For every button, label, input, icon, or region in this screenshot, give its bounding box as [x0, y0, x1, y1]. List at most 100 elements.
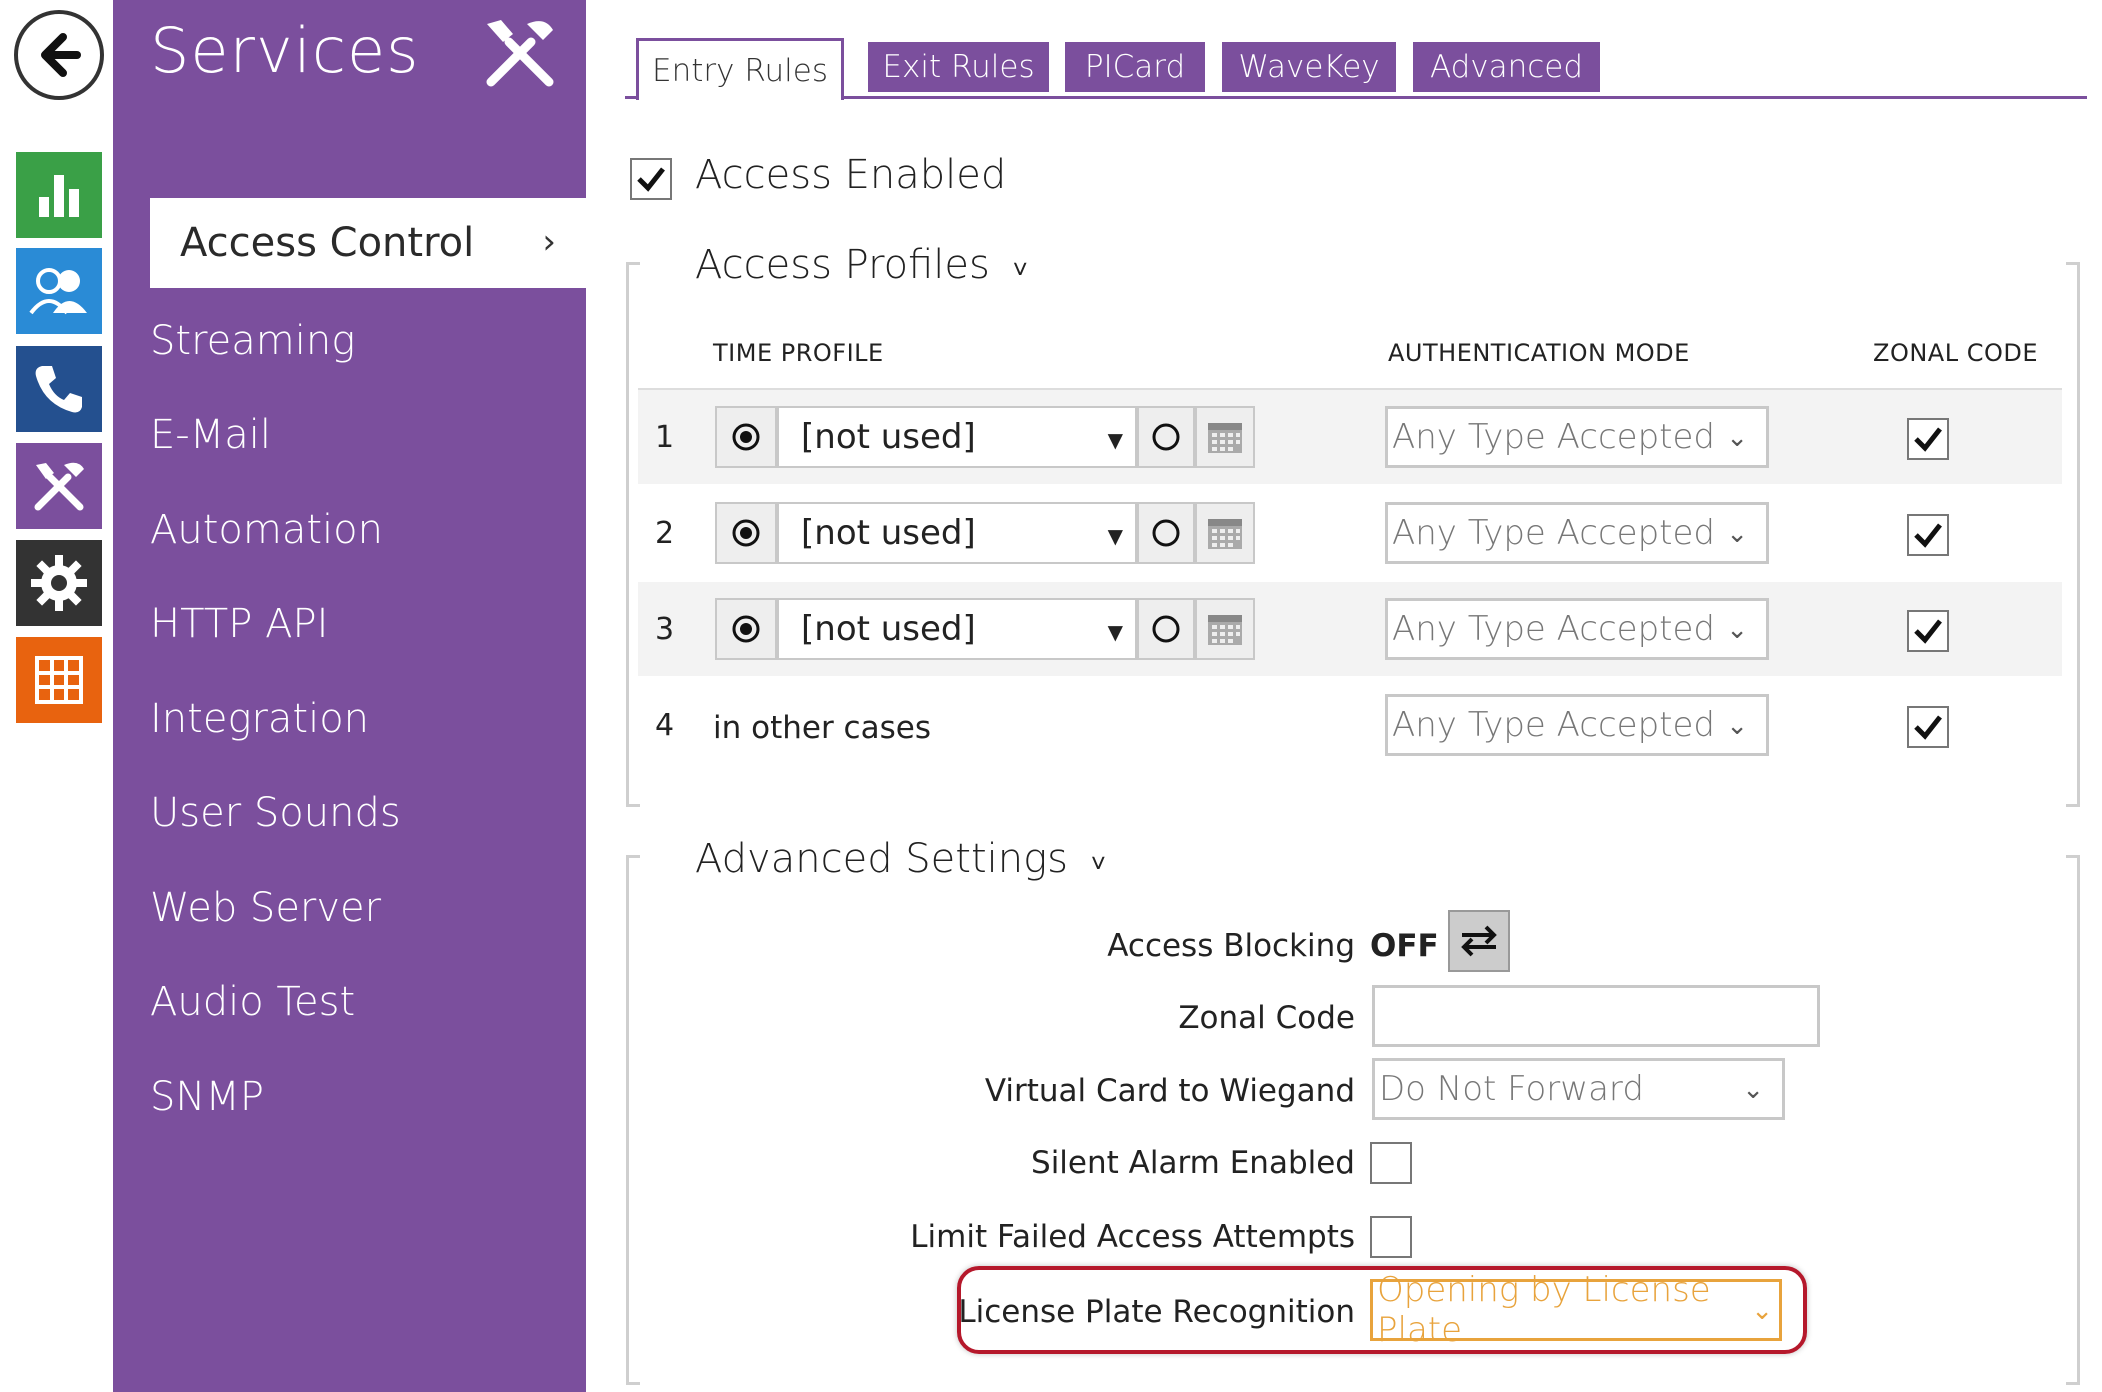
- header-time-profile: TIME PROFILE: [713, 339, 884, 367]
- access-enabled-checkbox[interactable]: [630, 158, 672, 200]
- access-blocking-label: Access Blocking: [1107, 928, 1355, 964]
- time-profile-radio[interactable]: [715, 502, 777, 564]
- time-profile-custom-radio[interactable]: [1137, 502, 1195, 564]
- system-grid-icon: [35, 656, 83, 704]
- sidebar-item-audio-test[interactable]: Audio Test: [150, 979, 355, 1025]
- license-plate-label: License Plate Recognition: [958, 1294, 1355, 1330]
- advanced-settings-toggle[interactable]: Advanced Settings ˅: [695, 836, 1106, 882]
- phone-menu-button[interactable]: [16, 346, 102, 432]
- chevron-down-icon: ⌄: [1726, 519, 1748, 549]
- time-profile-select[interactable]: [not used] ▼: [777, 502, 1137, 564]
- back-button[interactable]: [14, 10, 104, 100]
- app-root: Services Access Control › Streaming E-Ma…: [0, 0, 2102, 1392]
- header-auth-mode: AUTHENTICATION MODE: [1388, 339, 1690, 367]
- tab-exit-rules[interactable]: Exit Rules: [868, 42, 1049, 92]
- radio-selected-icon: [732, 519, 760, 547]
- zonal-code-input[interactable]: [1372, 985, 1820, 1047]
- icon-rail: [0, 0, 113, 1392]
- auth-mode-select[interactable]: Any Type Accepted ⌄: [1385, 694, 1769, 756]
- checkmark-icon: [1914, 427, 1942, 452]
- time-profile-select[interactable]: [not used] ▼: [777, 406, 1137, 468]
- time-profile-custom-radio[interactable]: [1137, 598, 1195, 660]
- system-menu-button[interactable]: [16, 637, 102, 723]
- directory-menu-button[interactable]: [16, 248, 102, 334]
- tools-icon: [486, 20, 554, 87]
- sidebar-item-access-control[interactable]: Access Control ›: [150, 198, 586, 288]
- frame-corner: [2066, 262, 2080, 265]
- tab-entry-rules[interactable]: Entry Rules: [636, 38, 844, 100]
- checkmark-icon: [1914, 523, 1942, 548]
- sidebar-item-streaming[interactable]: Streaming: [150, 318, 355, 364]
- time-profile-select[interactable]: [not used] ▼: [777, 598, 1137, 660]
- time-profile-value: [not used]: [801, 513, 976, 553]
- settings-menu-button[interactable]: [16, 540, 102, 626]
- row-number: 3: [655, 612, 675, 647]
- sidebar-item-label: Access Control: [180, 220, 475, 266]
- chevron-down-icon: ⌄: [1751, 1296, 1773, 1326]
- access-profiles-toggle[interactable]: Access Profiles ˅: [695, 242, 1028, 288]
- radio-empty-icon: [1152, 615, 1180, 643]
- row-number: 4: [655, 708, 675, 743]
- tab-underline: [625, 96, 2087, 99]
- dropdown-arrow-icon: ▼: [1107, 524, 1123, 548]
- dropdown-arrow-icon: ▼: [1107, 428, 1123, 452]
- tab-picard[interactable]: PICard: [1065, 42, 1205, 92]
- zonal-code-checkbox[interactable]: [1907, 418, 1949, 460]
- sidebar-item-automation[interactable]: Automation: [150, 507, 383, 553]
- frame-corner: [2066, 855, 2080, 858]
- time-profile-radio[interactable]: [715, 406, 777, 468]
- radio-selected-icon: [732, 423, 760, 451]
- auth-mode-value: Any Type Accepted: [1392, 705, 1716, 745]
- calendar-button[interactable]: [1195, 406, 1255, 468]
- access-profiles-title: Access Profiles: [695, 242, 990, 288]
- services-menu-button[interactable]: [16, 443, 102, 529]
- calendar-button[interactable]: [1195, 502, 1255, 564]
- access-blocking-toggle-button[interactable]: [1448, 910, 1510, 972]
- frame-corner: [626, 804, 640, 807]
- phone-icon: [35, 366, 82, 413]
- access-enabled-label: Access Enabled: [695, 152, 1007, 198]
- access-blocking-value: OFF: [1370, 928, 1439, 964]
- tab-advanced[interactable]: Advanced: [1413, 42, 1600, 92]
- sidebar-item-user-sounds[interactable]: User Sounds: [150, 790, 401, 836]
- chevron-right-icon: ›: [542, 222, 556, 262]
- radio-selected-icon: [732, 615, 760, 643]
- sidebar-item-web-server[interactable]: Web Server: [150, 885, 381, 931]
- status-chart-icon: [39, 175, 79, 217]
- advanced-settings-title: Advanced Settings: [695, 836, 1068, 882]
- calendar-icon: [1208, 423, 1242, 453]
- calendar-icon: [1208, 519, 1242, 549]
- frame-corner: [2066, 804, 2080, 807]
- zonal-code-checkbox[interactable]: [1907, 514, 1949, 556]
- back-arrow-icon: [41, 33, 81, 77]
- status-menu-button[interactable]: [16, 152, 102, 238]
- header-zonal-code: ZONAL CODE: [1873, 339, 2038, 367]
- chevron-down-icon: ⌄: [1742, 1075, 1764, 1105]
- sidebar-item-integration[interactable]: Integration: [150, 696, 369, 742]
- time-profile-radio[interactable]: [715, 598, 777, 660]
- auth-mode-select[interactable]: Any Type Accepted ⌄: [1385, 598, 1769, 660]
- auth-mode-select[interactable]: Any Type Accepted ⌄: [1385, 502, 1769, 564]
- sidebar-item-http-api[interactable]: HTTP API: [150, 601, 328, 647]
- silent-alarm-label: Silent Alarm Enabled: [1031, 1145, 1355, 1181]
- sidebar-item-snmp[interactable]: SNMP: [150, 1074, 264, 1120]
- radio-empty-icon: [1152, 519, 1180, 547]
- virtual-card-select[interactable]: Do Not Forward ⌄: [1372, 1058, 1785, 1120]
- auth-mode-select[interactable]: Any Type Accepted ⌄: [1385, 406, 1769, 468]
- frame-corner: [626, 855, 640, 858]
- time-profile-custom-radio[interactable]: [1137, 406, 1195, 468]
- calendar-button[interactable]: [1195, 598, 1255, 660]
- time-profile-value: [not used]: [801, 417, 976, 457]
- license-plate-select[interactable]: Opening by License Plate ⌄: [1370, 1270, 1782, 1350]
- zonal-code-checkbox[interactable]: [1907, 610, 1949, 652]
- tab-wavekey[interactable]: WaveKey: [1222, 42, 1396, 92]
- directory-users-icon: [29, 268, 87, 315]
- zonal-code-label: Zonal Code: [1178, 1000, 1355, 1036]
- limit-failed-checkbox[interactable]: [1370, 1216, 1412, 1258]
- chevron-down-icon: ⌄: [1726, 423, 1748, 453]
- silent-alarm-checkbox[interactable]: [1370, 1142, 1412, 1184]
- sidebar-item-email[interactable]: E-Mail: [150, 412, 271, 458]
- services-sidebar: Services Access Control › Streaming E-Ma…: [113, 0, 586, 1392]
- frame-corner: [626, 1382, 640, 1385]
- zonal-code-checkbox[interactable]: [1907, 706, 1949, 748]
